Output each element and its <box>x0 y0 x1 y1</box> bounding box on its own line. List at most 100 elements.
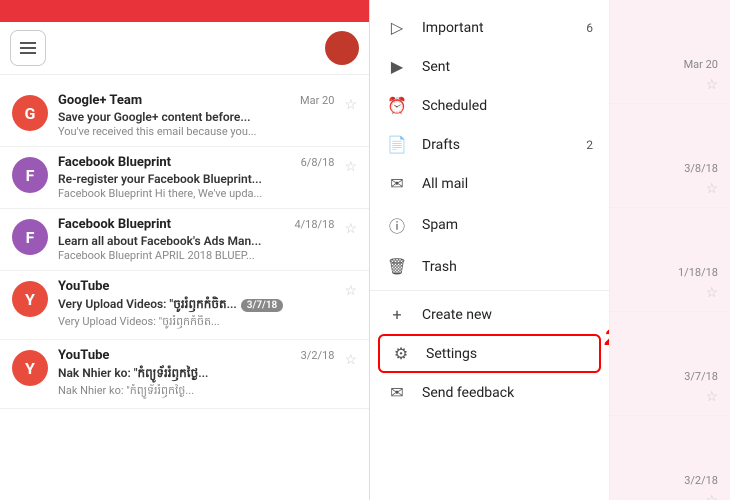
menu-item-sent[interactable]: ▶ Sent <box>370 47 609 86</box>
email-content: Google+ Team Mar 20 Save your Google+ co… <box>58 93 334 138</box>
menu-drafts-label: Drafts <box>422 137 572 153</box>
right-edge-star[interactable]: ☆ <box>616 179 724 199</box>
hamburger-button[interactable] <box>10 30 46 66</box>
right-edge-star[interactable]: ☆ <box>616 75 724 95</box>
menu-important-count: 6 <box>586 21 593 35</box>
email-sender: Facebook Blueprint <box>58 155 171 170</box>
menu-trash-label: Trash <box>422 259 593 275</box>
email-item[interactable]: Y YouTube Very Upload Videos: "ចូររំឭកកំ… <box>0 271 369 340</box>
annotation-2: 2 <box>605 326 609 351</box>
email-item[interactable]: G Google+ Team Mar 20 Save your Google+ … <box>0 85 369 147</box>
email-header: YouTube <box>58 279 334 294</box>
right-edge-item: 3/8/18 ☆ <box>610 104 730 208</box>
email-date: 4/18/18 <box>294 218 334 231</box>
menu-create-new-icon: + <box>386 305 408 324</box>
email-preview: Facebook Blueprint APRIL 2018 BLUEP... <box>58 249 334 262</box>
email-avatar: Y <box>12 281 48 317</box>
menu-sent-icon: ▶ <box>386 57 408 76</box>
menu-item-important[interactable]: ▷ Important 6 <box>370 8 609 47</box>
star-icon[interactable]: ☆ <box>344 283 357 299</box>
menu-item-all-mail[interactable]: ✉ All mail <box>370 164 609 203</box>
star-icon[interactable]: ☆ <box>344 352 357 368</box>
email-subject: Learn all about Facebook's Ads Man... <box>58 234 334 248</box>
menu-all-mail-icon: ✉ <box>386 174 408 193</box>
email-date: Mar 20 <box>300 94 334 107</box>
menu-important-label: Important <box>422 20 572 36</box>
email-avatar: G <box>12 95 48 131</box>
menu-spam-label: Spam <box>422 217 593 233</box>
right-edge-item: 3/7/18 ☆ <box>610 312 730 416</box>
star-icon[interactable]: ☆ <box>344 159 357 175</box>
email-preview: You've received this email because you..… <box>58 125 334 138</box>
menu-panel: ▷ Important 6 ▶ Sent ⏰ Scheduled 📄 Draft… <box>370 0 610 500</box>
menu-divider <box>370 290 609 291</box>
menu-settings-icon: ⚙ <box>390 344 412 363</box>
email-header: YouTube 3/2/18 <box>58 348 334 363</box>
email-sender: YouTube <box>58 348 109 363</box>
email-subject: Very Upload Videos: "ចូររំឭកកំចិត...3/7/… <box>58 296 334 314</box>
menu-item-spam[interactable]: ⓘ Spam <box>370 203 609 247</box>
email-date: 3/2/18 <box>301 349 335 362</box>
email-item[interactable]: Y YouTube 3/2/18 Nak Nhier ko: "កំព្យូទ័… <box>0 340 369 409</box>
email-content: Facebook Blueprint 4/18/18 Learn all abo… <box>58 217 334 262</box>
right-edge-date: 1/18/18 <box>616 262 724 283</box>
right-edge-date: Mar 20 <box>616 54 724 75</box>
menu-list: ▷ Important 6 ▶ Sent ⏰ Scheduled 📄 Draft… <box>370 0 609 500</box>
email-sender: Google+ Team <box>58 93 142 108</box>
email-date: 6/8/18 <box>301 156 335 169</box>
right-edge-star[interactable]: ☆ <box>616 283 724 303</box>
email-content: Facebook Blueprint 6/8/18 Re-register yo… <box>58 155 334 200</box>
menu-trash-icon: 🗑 <box>386 257 408 276</box>
email-sender: Facebook Blueprint <box>58 217 171 232</box>
search-bar <box>0 22 369 75</box>
menu-drafts-icon: 📄 <box>386 135 408 154</box>
menu-item-trash[interactable]: 🗑 Trash <box>370 247 609 286</box>
email-preview: Very Upload Videos: "ចូររំឭកកំចិត... <box>58 315 334 331</box>
email-sender: YouTube <box>58 279 109 294</box>
email-content: YouTube Very Upload Videos: "ចូររំឭកកំចិ… <box>58 279 334 331</box>
email-list: G Google+ Team Mar 20 Save your Google+ … <box>0 85 369 500</box>
menu-item-settings[interactable]: ⚙ Settings 2 <box>378 334 601 373</box>
right-edge-date: 3/2/18 <box>616 470 724 491</box>
email-subject: Save your Google+ content before... <box>58 110 334 124</box>
menu-settings-label: Settings <box>426 346 589 362</box>
star-icon[interactable]: ☆ <box>344 221 357 237</box>
star-icon[interactable]: ☆ <box>344 97 357 113</box>
category-label <box>0 75 369 85</box>
email-content: YouTube 3/2/18 Nak Nhier ko: "កំព្យូទ័ររ… <box>58 348 334 400</box>
right-edge-item: 3/2/18 ☆ <box>610 416 730 500</box>
menu-spam-icon: ⓘ <box>386 213 408 237</box>
menu-important-icon: ▷ <box>386 18 408 37</box>
menu-scheduled-icon: ⏰ <box>386 96 408 115</box>
email-subject: Nak Nhier ko: "កំព្យូទ័ររំឭកថ្ងៃ... <box>58 365 334 383</box>
menu-send-feedback-label: Send feedback <box>422 385 593 401</box>
user-avatar[interactable] <box>325 31 359 65</box>
menu-send-feedback-icon: ✉ <box>386 383 408 402</box>
email-avatar: F <box>12 157 48 193</box>
email-item[interactable]: F Facebook Blueprint 6/8/18 Re-register … <box>0 147 369 209</box>
email-preview: Nak Nhier ko: "កំព្យូទ័ររំឭកថ្ងៃ... <box>58 384 334 400</box>
menu-scheduled-label: Scheduled <box>422 98 593 114</box>
right-edge-panel: Mar 20 ☆ 3/8/18 ☆ 1/18/18 ☆ 3/7/18 ☆ 3/2… <box>610 0 730 500</box>
email-header: Facebook Blueprint 4/18/18 <box>58 217 334 232</box>
menu-item-create-new[interactable]: + Create new <box>370 295 609 334</box>
email-item[interactable]: F Facebook Blueprint 4/18/18 Learn all a… <box>0 209 369 271</box>
email-preview: Facebook Blueprint Hi there, We've upda.… <box>58 187 334 200</box>
menu-sent-label: Sent <box>422 59 593 75</box>
phone-panel: G Google+ Team Mar 20 Save your Google+ … <box>0 0 370 500</box>
menu-item-drafts[interactable]: 📄 Drafts 2 <box>370 125 609 164</box>
menu-item-scheduled[interactable]: ⏰ Scheduled <box>370 86 609 125</box>
menu-item-send-feedback[interactable]: ✉ Send feedback <box>370 373 609 412</box>
menu-create-new-label: Create new <box>422 307 593 323</box>
menu-drafts-count: 2 <box>586 138 593 152</box>
email-header: Google+ Team Mar 20 <box>58 93 334 108</box>
right-edge-star[interactable]: ☆ <box>616 387 724 407</box>
right-edge-star[interactable]: ☆ <box>616 491 724 500</box>
email-badge: 3/7/18 <box>241 299 283 312</box>
right-edge-date: 3/8/18 <box>616 158 724 179</box>
hamburger-icon <box>20 42 36 54</box>
email-avatar: F <box>12 219 48 255</box>
email-avatar: Y <box>12 350 48 386</box>
email-header: Facebook Blueprint 6/8/18 <box>58 155 334 170</box>
menu-all-mail-label: All mail <box>422 176 593 192</box>
